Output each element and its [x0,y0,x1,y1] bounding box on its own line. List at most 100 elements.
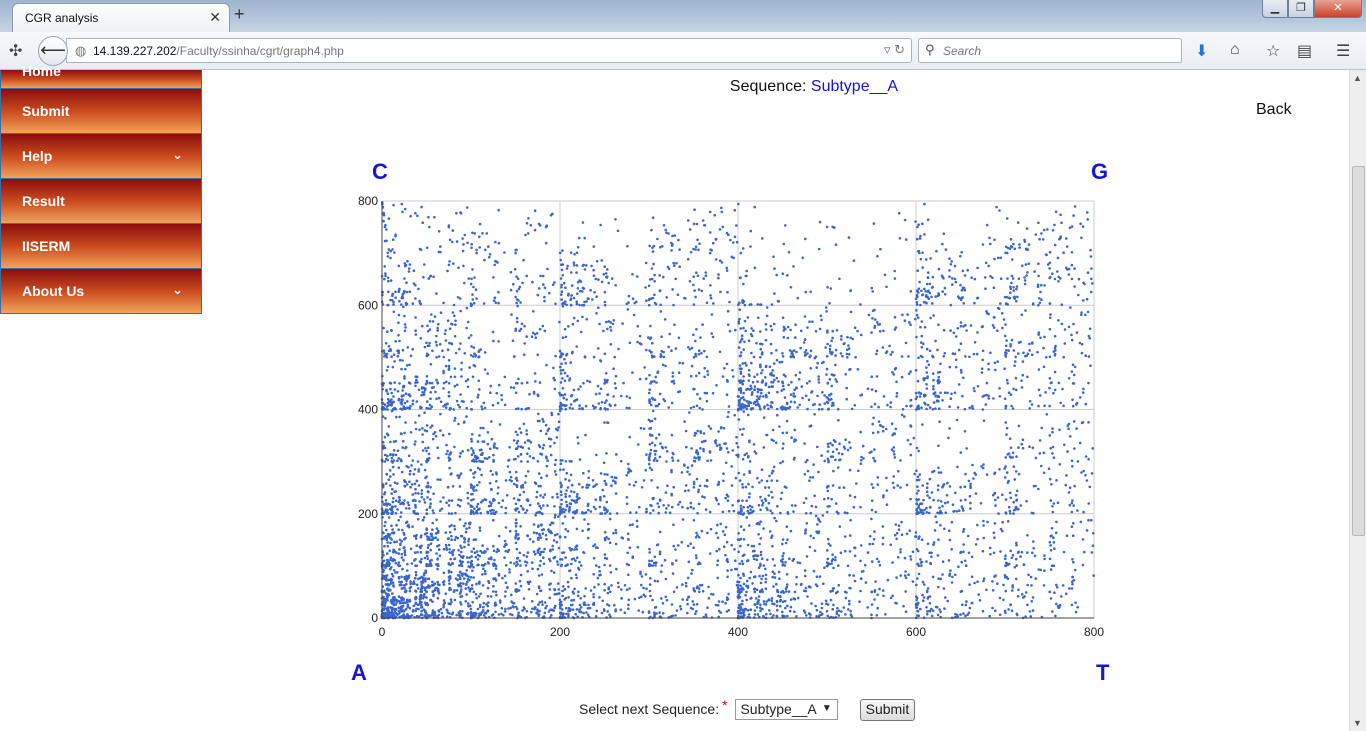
data-point [942,355,946,358]
data-point [1009,512,1012,515]
data-point [822,582,825,585]
data-point [480,500,483,504]
data-point [595,295,598,298]
window-maximize-button[interactable]: ❐ [1288,0,1314,18]
data-point [654,564,657,567]
data-point [558,409,562,413]
data-point [417,484,421,487]
data-point [471,569,474,572]
data-point [537,444,541,447]
data-point [425,527,428,530]
data-point [506,465,510,468]
data-point [700,583,704,587]
data-point [690,447,693,450]
data-point [1090,518,1093,522]
data-point [529,224,533,227]
sidebar-item-result[interactable]: Result [0,179,202,224]
data-point [408,290,412,293]
window-close-button[interactable]: ✕ [1314,0,1362,18]
menu-icon[interactable]: ☰ [1336,41,1350,61]
url-bar[interactable]: ◍ 14.139.227.202/Faculty/ssinha/cgrt/gra… [66,38,912,63]
sidebar-item-iiserm[interactable]: IISERM [0,224,202,269]
data-point [1046,228,1049,231]
data-point [664,446,667,449]
tab-close-icon[interactable]: ✕ [209,9,221,26]
search-input[interactable] [943,42,1173,60]
data-point [504,511,507,515]
data-point [672,485,675,489]
data-point [539,559,542,563]
search-box[interactable]: ⚲ [918,38,1182,63]
sidebar-item-about-us[interactable]: About Us ⌄ [0,269,202,314]
data-point [592,268,595,272]
data-point [521,446,524,449]
data-point [779,497,783,501]
data-point [950,520,954,524]
data-point [447,456,451,459]
download-icon[interactable]: ⬇ [1195,41,1208,61]
data-point [882,329,885,333]
data-point [583,355,587,358]
data-point [492,590,495,593]
data-point [939,524,942,527]
data-point [834,556,837,559]
data-point [993,472,996,476]
new-tab-button[interactable]: + [234,4,245,25]
data-point [802,341,806,344]
data-point [503,610,507,613]
data-point [432,594,435,598]
back-button[interactable]: ⟵ [38,36,68,66]
data-point [777,570,781,574]
browser-tab[interactable]: CGR analysis ✕ [12,3,230,33]
data-point [782,325,786,329]
bookmark-star-icon[interactable]: ☆ [1266,41,1280,61]
data-point [779,604,782,608]
data-point [615,512,619,515]
data-point [504,564,508,567]
data-point [574,399,577,402]
data-point [671,288,674,291]
data-point [988,614,991,618]
data-point [826,342,829,346]
data-point [922,599,925,602]
data-point [733,413,736,417]
data-point [536,393,540,396]
data-point [402,305,405,309]
data-point [595,260,599,263]
data-point [907,573,910,576]
data-point [724,553,727,557]
back-link[interactable]: Back [1256,101,1292,119]
data-point [392,449,396,452]
data-point [547,610,551,613]
home-icon[interactable]: ⌂ [1230,41,1240,59]
identity-icon[interactable]: ✣ [9,41,22,61]
data-point [443,332,447,336]
sidebar-item-help[interactable]: Help ⌄ [0,134,202,179]
data-point [601,599,604,603]
data-point [1050,483,1053,486]
reload-icon[interactable]: ▿ ↻ [884,42,905,58]
data-point [498,423,502,426]
data-point [523,324,526,328]
data-point [993,522,997,525]
data-point [549,445,552,448]
data-point [1065,266,1068,270]
data-point [484,550,487,553]
data-point [1070,525,1074,528]
data-point [924,301,928,304]
reading-list-icon[interactable]: ▤ [1297,41,1312,61]
data-point [657,402,661,406]
data-point [765,612,768,616]
data-point [823,394,826,397]
data-point [937,538,940,541]
data-point [939,391,942,395]
data-point [935,520,938,524]
data-point [529,441,533,444]
data-point [894,523,898,526]
data-point [759,395,762,398]
data-point [449,576,452,580]
data-point [915,309,918,312]
data-point [459,613,463,616]
window-minimize-button[interactable]: ▁ [1262,0,1288,18]
data-point [405,582,408,586]
